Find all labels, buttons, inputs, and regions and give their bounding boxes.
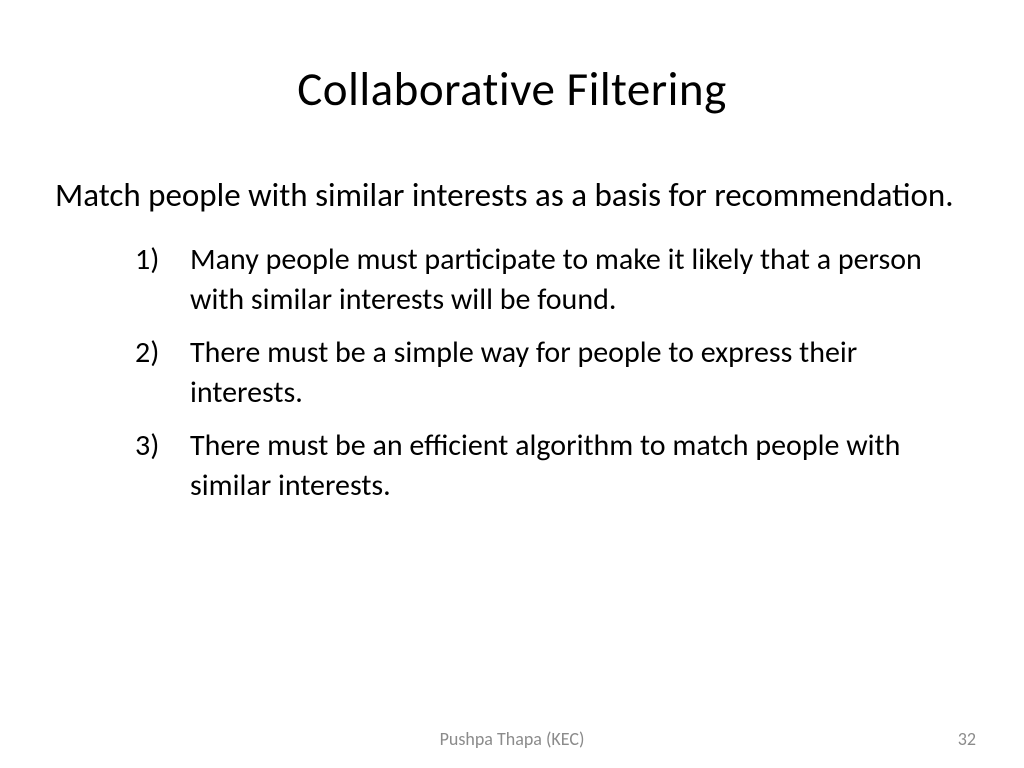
slide-title: Collaborative Filtering <box>55 60 969 118</box>
points-list: Many people must participate to make it … <box>55 240 969 507</box>
intro-text: Match people with similar interests as a… <box>55 173 969 218</box>
footer: Pushpa Thapa (KEC) <box>0 728 1024 750</box>
list-item: There must be an efficient algorithm to … <box>135 426 969 507</box>
slide-container: Collaborative Filtering Match people wit… <box>0 0 1024 768</box>
page-number: 32 <box>958 728 976 750</box>
list-item: There must be a simple way for people to… <box>135 333 969 414</box>
footer-author: Pushpa Thapa (KEC) <box>440 728 585 750</box>
list-item: Many people must participate to make it … <box>135 240 969 321</box>
